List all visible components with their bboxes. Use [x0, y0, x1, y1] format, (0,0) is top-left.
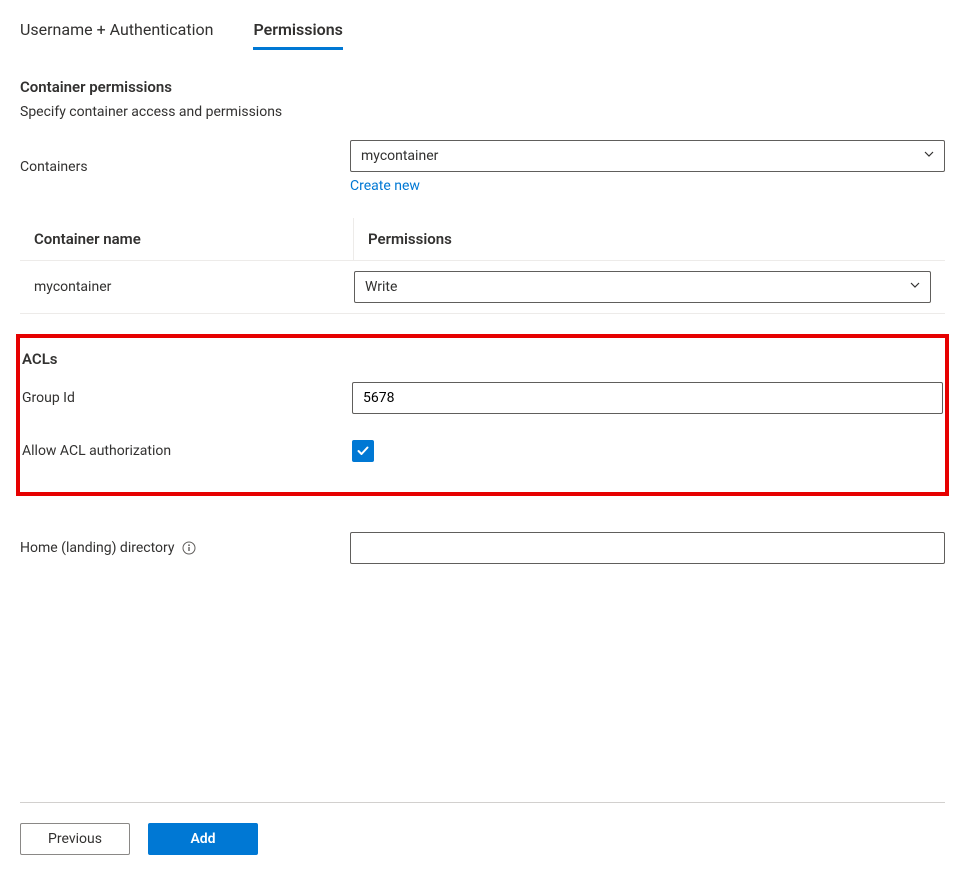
acls-section: ACLs Group Id Allow ACL authorization	[16, 334, 949, 496]
home-directory-label: Home (landing) directory	[20, 540, 350, 556]
tab-permissions[interactable]: Permissions	[253, 20, 342, 50]
container-table: Container name Permissions mycontainer W…	[20, 218, 945, 314]
container-permissions-title: Container permissions	[20, 78, 945, 96]
container-permissions-section: Container permissions Specify container …	[20, 78, 945, 194]
footer-actions: Previous Add	[20, 802, 945, 855]
group-id-label: Group Id	[22, 390, 352, 406]
table-header: Container name Permissions	[20, 218, 945, 261]
table-header-name: Container name	[20, 218, 354, 260]
containers-select-value: mycontainer	[361, 148, 438, 164]
containers-label: Containers	[20, 159, 350, 175]
table-cell-name: mycontainer	[34, 279, 354, 295]
tabs-bar: Username + Authentication Permissions	[20, 20, 945, 50]
table-row: mycontainer Write	[20, 261, 945, 314]
containers-row: Containers mycontainer Create new	[20, 140, 945, 194]
containers-select[interactable]: mycontainer	[350, 140, 945, 172]
info-icon[interactable]	[182, 541, 196, 555]
group-id-input[interactable]	[352, 382, 943, 414]
allow-acl-checkbox[interactable]	[352, 440, 374, 462]
check-icon	[356, 444, 370, 458]
permission-select[interactable]: Write	[354, 271, 931, 303]
add-button[interactable]: Add	[148, 823, 258, 855]
previous-button[interactable]: Previous	[20, 823, 130, 855]
container-permissions-subtitle: Specify container access and permissions	[20, 104, 945, 120]
table-header-permissions: Permissions	[354, 218, 945, 260]
tab-username-auth[interactable]: Username + Authentication	[20, 20, 213, 50]
create-new-link[interactable]: Create new	[350, 172, 420, 194]
home-directory-input[interactable]	[350, 532, 945, 564]
permission-select-value: Write	[365, 279, 397, 295]
home-directory-row: Home (landing) directory	[20, 532, 945, 564]
allow-acl-row: Allow ACL authorization	[22, 440, 943, 462]
allow-acl-label: Allow ACL authorization	[22, 443, 352, 459]
acls-title: ACLs	[22, 350, 943, 368]
group-id-row: Group Id	[22, 382, 943, 414]
